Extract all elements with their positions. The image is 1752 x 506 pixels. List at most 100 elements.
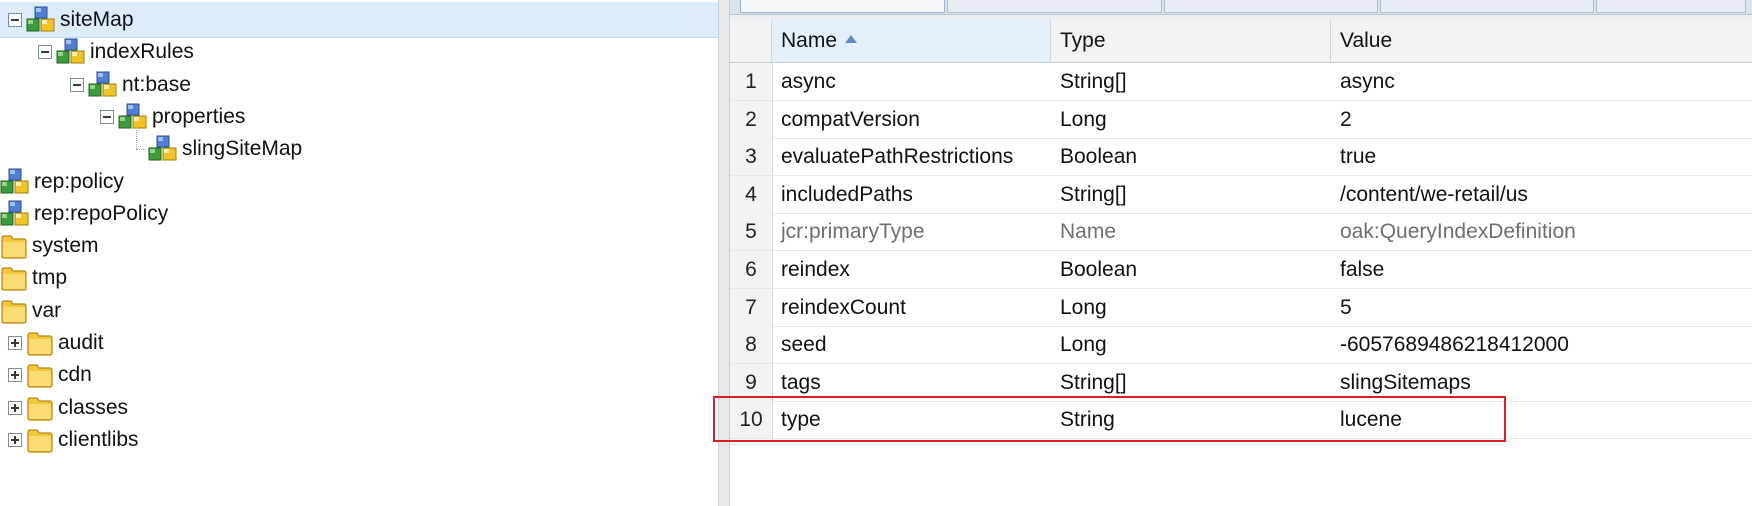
tree-node[interactable]: cdn	[0, 357, 718, 393]
property-name-cell[interactable]: evaluatePathRestrictions	[772, 138, 1051, 175]
tree-node[interactable]: classes	[0, 390, 718, 426]
expand-icon[interactable]	[8, 368, 22, 383]
properties-panel: Name Type Value 1 async String[] async 2 comp…	[730, 0, 1752, 506]
collapse-icon[interactable]	[38, 45, 52, 60]
property-name-cell[interactable]: tags	[772, 364, 1051, 401]
property-type-cell[interactable]: Long	[1051, 326, 1331, 363]
property-name-cell[interactable]: async	[772, 63, 1051, 100]
expand-icon[interactable]	[8, 400, 22, 415]
property-type-cell[interactable]: Long	[1051, 289, 1331, 326]
row-number: 5	[730, 213, 773, 251]
folder-icon	[26, 395, 54, 421]
tree-node-label: indexRules	[90, 40, 194, 64]
tree-node-label: nt:base	[122, 72, 191, 96]
tree-node[interactable]: var	[0, 293, 718, 329]
table-row[interactable]: 8 seed Long -6057689486218412000	[730, 326, 1752, 365]
property-type-cell[interactable]: Boolean	[1051, 251, 1331, 288]
property-value-cell[interactable]: slingSitemaps	[1331, 364, 1752, 401]
tree-node[interactable]: clientlibs	[0, 422, 718, 458]
property-type-cell[interactable]: String[]	[1051, 364, 1331, 401]
row-number: 9	[730, 363, 773, 401]
tree-node[interactable]: tmp	[0, 260, 718, 296]
tree-node[interactable]: siteMap	[0, 2, 718, 38]
property-value-cell[interactable]: -6057689486218412000	[1331, 326, 1752, 363]
tree-node[interactable]: slingSiteMap	[0, 130, 718, 167]
property-value-cell[interactable]: 5	[1331, 289, 1752, 326]
tab-properties[interactable]	[740, 0, 945, 13]
node-icon	[26, 6, 56, 34]
tree-node-label: audit	[58, 331, 104, 354]
expand-icon[interactable]	[8, 336, 22, 350]
tab-5[interactable]	[1596, 0, 1746, 13]
property-type-cell[interactable]: Boolean	[1051, 138, 1331, 175]
table-row[interactable]: 7 reindexCount Long 5	[730, 288, 1752, 327]
tree-node-label: slingSiteMap	[182, 137, 303, 161]
grid-header: Name Type Value	[730, 20, 1752, 63]
property-type-cell[interactable]: String[]	[1051, 176, 1331, 213]
property-name-cell[interactable]: reindex	[772, 251, 1051, 288]
collapse-icon[interactable]	[70, 77, 84, 92]
tree-node-label: siteMap	[60, 8, 134, 31]
table-row-highlighted[interactable]: 9 tags String[] slingSitemaps	[730, 363, 1752, 402]
expand-icon[interactable]	[8, 432, 22, 447]
property-name-cell[interactable]: jcr:primaryType	[772, 213, 1051, 250]
property-value-cell[interactable]: /content/we-retail/us	[1331, 176, 1752, 213]
tree-node[interactable]: rep:policy	[0, 164, 718, 200]
tree-node[interactable]: rep:repoPolicy	[0, 196, 718, 232]
row-number: 4	[730, 175, 773, 213]
tab-4[interactable]	[1380, 0, 1594, 13]
folder-icon	[26, 362, 54, 388]
property-value-cell[interactable]: false	[1331, 251, 1752, 288]
collapse-icon[interactable]	[100, 109, 114, 124]
collapse-icon[interactable]	[8, 13, 22, 27]
row-number: 7	[730, 288, 773, 326]
tab-strip	[730, 0, 1752, 15]
column-header-value[interactable]: Value	[1331, 20, 1752, 62]
property-name-cell[interactable]: type	[772, 401, 1051, 438]
property-type-cell[interactable]: Name	[1051, 213, 1331, 250]
property-type-cell[interactable]: String	[1051, 401, 1331, 438]
tree-node[interactable]: properties	[0, 99, 718, 135]
property-name-cell[interactable]: compatVersion	[772, 101, 1051, 138]
property-value-cell[interactable]: async	[1331, 63, 1752, 100]
table-row[interactable]: 3 evaluatePathRestrictions Boolean true	[730, 138, 1752, 177]
row-number: 6	[730, 251, 773, 288]
tab-3[interactable]	[1164, 0, 1378, 13]
row-number: 1	[730, 63, 773, 100]
table-row[interactable]: 1 async String[] async	[730, 63, 1752, 101]
tree-node-label: system	[32, 234, 99, 258]
property-name-cell[interactable]: seed	[772, 326, 1051, 363]
node-icon	[88, 71, 118, 99]
tree-node[interactable]: audit	[0, 325, 718, 361]
property-value-cell[interactable]: oak:QueryIndexDefinition	[1331, 213, 1752, 250]
column-header-name[interactable]: Name	[772, 20, 1051, 62]
tree-node[interactable]: nt:base	[0, 67, 718, 103]
property-type-cell[interactable]: Long	[1051, 101, 1331, 138]
node-icon	[0, 200, 30, 228]
column-header-type[interactable]: Type	[1051, 20, 1331, 62]
tab-2[interactable]	[947, 0, 1162, 13]
tree-node[interactable]: system	[0, 228, 718, 264]
folder-icon	[0, 233, 28, 259]
tree-node-label: tmp	[32, 266, 68, 290]
table-row[interactable]: 5 jcr:primaryType Name oak:QueryIndexDefini…	[730, 213, 1752, 252]
table-row[interactable]: 2 compatVersion Long 2	[730, 100, 1752, 139]
property-type-cell[interactable]: String[]	[1051, 63, 1331, 100]
node-icon	[0, 168, 30, 196]
repository-tree[interactable]: siteMap indexRules nt:base properties slingS…	[0, 0, 718, 506]
tree-node-label: rep:repoPolicy	[34, 201, 169, 225]
tree-node[interactable]: indexRules	[0, 34, 718, 70]
property-value-cell[interactable]: lucene	[1331, 401, 1752, 438]
table-row[interactable]: 6 reindex Boolean false	[730, 251, 1752, 289]
property-name-cell[interactable]: includedPaths	[772, 176, 1051, 213]
property-value-cell[interactable]: true	[1331, 138, 1752, 175]
panel-splitter[interactable]	[718, 0, 730, 506]
property-name-cell[interactable]: reindexCount	[772, 289, 1051, 326]
tree-node-label: properties	[152, 104, 246, 128]
table-row[interactable]: 10 type String lucene	[730, 401, 1752, 440]
table-row[interactable]: 4 includedPaths String[]/content/we-retail…	[730, 175, 1752, 214]
property-value-cell[interactable]: 2	[1331, 101, 1752, 138]
sort-ascending-icon	[845, 35, 858, 44]
column-type-label: Type	[1060, 29, 1106, 52]
tree-node-label: cdn	[58, 363, 92, 387]
